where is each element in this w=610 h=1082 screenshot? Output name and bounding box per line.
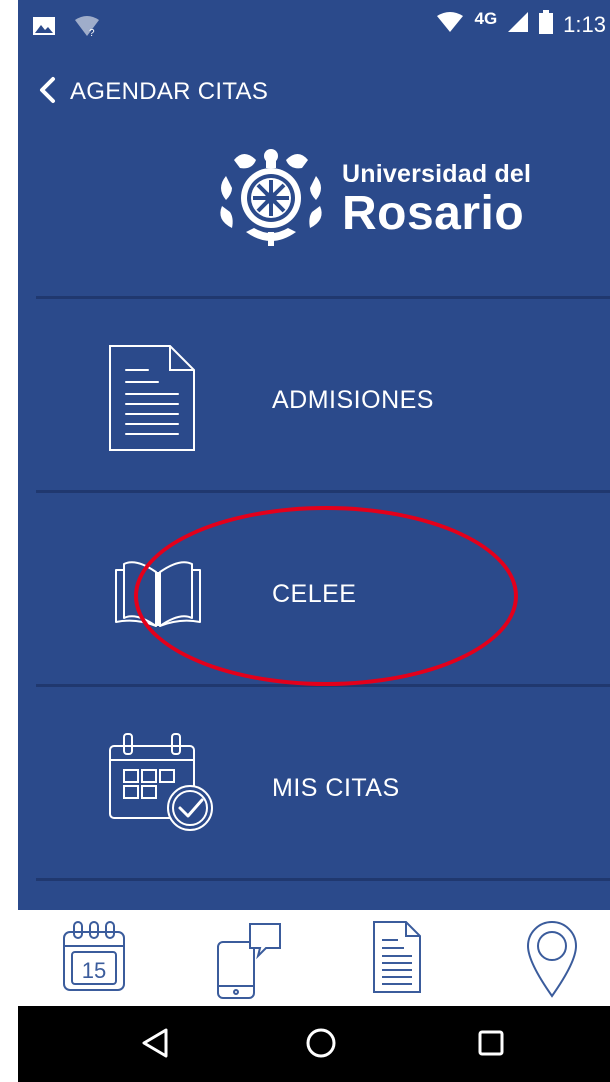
divider xyxy=(36,878,610,881)
divider xyxy=(36,684,610,687)
app-screen: ? 4G 1:13 AGENDAR CITAS Universidad del … xyxy=(18,0,610,1082)
battery-icon xyxy=(539,10,554,39)
menu-item-mis-citas[interactable]: MIS CITAS xyxy=(18,688,610,878)
image-notification-icon xyxy=(32,16,56,41)
tab-calendar[interactable]: 15 xyxy=(62,920,126,1001)
menu-item-label: MIS CITAS xyxy=(272,774,400,802)
calendar-day: 15 xyxy=(82,958,106,983)
document-icon xyxy=(106,342,198,459)
menu-item-admisiones[interactable]: ADMISIONES xyxy=(18,300,610,490)
open-book-icon xyxy=(106,558,210,633)
tab-documents[interactable] xyxy=(372,920,422,999)
back-nav-button[interactable] xyxy=(138,1026,172,1065)
calendar-check-icon xyxy=(106,732,218,841)
bottom-tab-bar: 15 xyxy=(18,910,610,1006)
home-nav-button[interactable] xyxy=(304,1026,338,1065)
tab-contact[interactable] xyxy=(214,920,284,1005)
square-recents-icon xyxy=(478,1030,504,1056)
page-title: AGENDAR CITAS xyxy=(70,78,269,105)
svg-text:?: ? xyxy=(89,28,95,37)
wifi-unknown-icon: ? xyxy=(74,15,100,42)
calendar-icon: 15 xyxy=(63,921,125,991)
clock: 1:13 xyxy=(563,11,606,37)
back-button[interactable]: AGENDAR CITAS xyxy=(38,74,268,110)
wifi-icon xyxy=(436,11,464,38)
logo-line-1: Universidad del xyxy=(342,160,532,188)
system-navigation-bar xyxy=(18,1006,610,1082)
coat-of-arms-icon xyxy=(220,149,322,246)
university-logo: Universidad del Rosario xyxy=(216,146,536,246)
menu-item-label: ADMISIONES xyxy=(272,386,434,414)
divider xyxy=(36,296,610,299)
network-type: 4G xyxy=(474,8,498,28)
tab-location[interactable] xyxy=(526,920,578,1003)
status-bar: ? 4G 1:13 xyxy=(18,0,610,56)
map-pin-icon xyxy=(526,921,578,998)
divider xyxy=(36,490,610,493)
circle-home-icon xyxy=(306,1028,336,1058)
phone-chat-icon xyxy=(217,923,281,999)
triangle-back-icon xyxy=(142,1028,168,1058)
menu-item-celee[interactable]: CELEE xyxy=(18,494,610,684)
recents-nav-button[interactable] xyxy=(474,1026,508,1065)
chevron-left-icon xyxy=(38,76,56,109)
signal-icon xyxy=(507,11,529,38)
menu-item-label: CELEE xyxy=(272,580,357,608)
document-icon xyxy=(373,921,421,993)
logo-line-2: Rosario xyxy=(342,187,525,240)
